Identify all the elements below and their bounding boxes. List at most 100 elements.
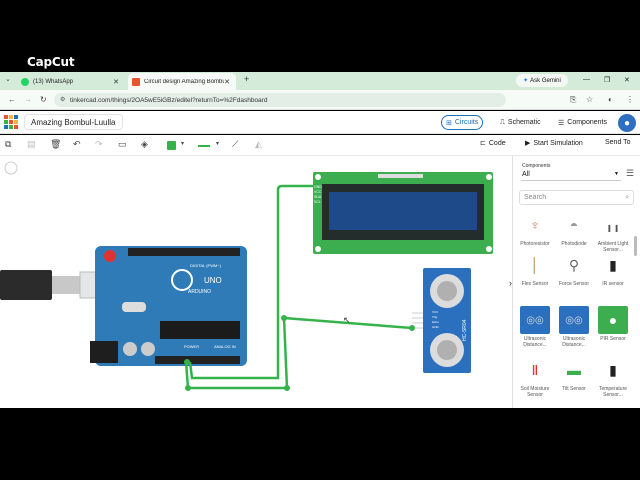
circuits-label: Circuits	[454, 119, 479, 126]
install-icon[interactable]: ⎘	[570, 95, 576, 105]
user-icon: ●	[623, 117, 631, 129]
circuits-icon: ⊞	[446, 119, 452, 127]
bookmark-star-icon[interactable]: ☆	[586, 95, 593, 104]
components-icon: ☰	[558, 119, 565, 127]
list-view-icon[interactable]: ☰	[626, 168, 634, 179]
component-label: Force Sensor	[558, 281, 589, 287]
power-header-label: POWER	[184, 344, 199, 349]
circuit-drawing[interactable]: ARDUINO UNO DIGITAL (PWM~) POWER ANALOG …	[0, 156, 512, 408]
flip-icon[interactable]: ◭	[255, 139, 262, 150]
tab-close-icon[interactable]: ✕	[113, 78, 119, 86]
pir-sensor-icon: ●	[598, 306, 628, 334]
category-value: All	[522, 170, 530, 178]
component-label: Soil Moisture Sensor	[520, 386, 550, 398]
close-window-icon[interactable]: ✕	[624, 76, 630, 84]
site-info-icon[interactable]: ⚙	[60, 96, 65, 103]
reload-icon[interactable]: ↻	[40, 95, 47, 104]
project-name[interactable]: Amazing Bombul-Luulla	[24, 114, 123, 130]
rotate-icon[interactable]: ⟋	[232, 139, 238, 150]
tab-label: Circuit design Amazing Bombu...	[144, 78, 224, 85]
url-field[interactable]: ⚙ tinkercad.com/things/2OA5wE5iGBz/edite…	[54, 93, 506, 107]
circuits-button[interactable]: ⊞ Circuits	[441, 115, 484, 130]
component-item[interactable]: ♆ Photoresistor	[517, 211, 553, 247]
start-simulation-label: Start Simulation	[533, 139, 583, 147]
search-icon: ⌕	[625, 193, 629, 201]
send-to-button[interactable]: Send To	[605, 139, 631, 146]
component-item[interactable]: ⚲ Force Sensor	[556, 251, 592, 287]
component-item[interactable]: ◓ Photodiode	[556, 211, 592, 247]
capcut-watermark: CapCut	[27, 55, 75, 69]
category-select[interactable]: All ▼	[521, 168, 621, 181]
notes-icon[interactable]: ▭	[118, 139, 127, 150]
back-icon[interactable]: ←	[8, 95, 16, 104]
tinkercad-logo-icon[interactable]	[4, 115, 18, 129]
lcd-pin-sda: SDA	[314, 195, 322, 199]
ultrasonic-sensor[interactable]: HC-SR04 VCC Trig Echo GND	[412, 268, 471, 373]
tab-whatsapp[interactable]: (13) WhatsApp ✕	[17, 73, 125, 90]
fit-view-icon[interactable]	[4, 161, 18, 175]
delete-icon[interactable]: 🗑	[50, 139, 61, 150]
analog-header-label: ANALOG IN	[214, 344, 236, 349]
redo-icon[interactable]: ↷	[95, 139, 103, 150]
tinkercad-header: Amazing Bombul-Luulla ⊞ Circuits ⎍ Schem…	[0, 111, 640, 134]
editor-toolbar: ⧉ ▤ 🗑 ↶ ↷ ▭ ◈ ▾ ▾ ⟋ ◭ ⊏ Code ▶ Start Sim…	[0, 135, 640, 156]
component-label: Photodiode	[561, 241, 587, 247]
component-item[interactable]: ▬ Tilt Sensor	[556, 356, 592, 392]
tab-close-icon[interactable]: ✕	[224, 78, 230, 86]
tinkercad-favicon-icon	[132, 77, 140, 86]
code-icon: ⊏	[480, 140, 486, 147]
maximize-icon[interactable]: ❐	[604, 76, 610, 84]
tab-search-icon[interactable]: ⌄	[5, 75, 11, 83]
profile-icon[interactable]: ◐	[608, 95, 613, 104]
undo-icon[interactable]: ↶	[73, 139, 81, 150]
code-label: Code	[488, 139, 506, 147]
components-button[interactable]: ☰ Components	[554, 115, 611, 130]
panel-scrollbar[interactable]	[634, 236, 637, 256]
mouse-cursor-icon: ↖	[343, 315, 351, 325]
sensor-pin-echo: Echo	[432, 320, 439, 324]
letterbox-bottom	[0, 408, 640, 480]
component-item[interactable]: ▮ IR sensor	[595, 251, 631, 287]
forward-icon[interactable]: →	[24, 95, 32, 104]
sensor-pin-gnd: GND	[432, 325, 440, 329]
component-item[interactable]: │ Flex Sensor	[517, 251, 553, 287]
arduino-uno-board[interactable]: ARDUINO UNO DIGITAL (PWM~) POWER ANALOG …	[90, 246, 247, 366]
visibility-icon[interactable]: ◈	[141, 139, 148, 150]
minimize-icon[interactable]: —	[583, 76, 590, 83]
search-placeholder: Search	[524, 194, 547, 201]
schematic-button[interactable]: ⎍ Schematic	[496, 115, 545, 130]
ultrasonic-icon: ◎◎	[520, 306, 550, 334]
chevron-down-icon[interactable]: ▾	[181, 140, 184, 147]
wire-type-icon[interactable]	[198, 145, 210, 147]
play-icon: ▶	[525, 140, 531, 147]
gemini-icon: ✦	[523, 78, 529, 84]
component-item[interactable]: ╻╻ Ambient Light Sensor...	[595, 211, 631, 253]
component-item[interactable]: ◎◎ Ultrasonic Distance...	[517, 306, 553, 348]
ask-gemini-button[interactable]: ✦ Ask Gemini	[516, 74, 568, 87]
chevron-down-icon[interactable]: ▾	[216, 140, 219, 147]
code-button[interactable]: ⊏ Code	[480, 139, 506, 148]
arduino-brand-text: ARDUINO	[188, 289, 211, 295]
lcd-display[interactable]: GND VCC SDA SCL	[313, 172, 493, 254]
whatsapp-icon	[21, 77, 29, 86]
lcd-pin-gnd: GND	[314, 185, 322, 189]
component-item[interactable]: ▮ Temperature Sensor...	[595, 356, 631, 398]
component-item[interactable]: ◎◎ Ultrasonic Distance...	[556, 306, 592, 348]
component-item[interactable]: Ⅱ Soil Moisture Sensor	[517, 356, 553, 398]
new-tab-button[interactable]: +	[244, 74, 249, 84]
copy-icon[interactable]: ⧉	[5, 139, 11, 150]
sensor-pin-trig: Trig	[432, 315, 437, 319]
component-item[interactable]: ● PIR Sensor	[595, 306, 631, 342]
search-input[interactable]: Search ⌕	[519, 190, 634, 205]
component-label: PIR Sensor	[600, 336, 626, 342]
component-label: Ultrasonic Distance...	[562, 336, 586, 348]
component-label: Tilt Sensor	[562, 386, 586, 392]
wire-color-swatch[interactable]	[167, 141, 176, 150]
avatar[interactable]: ●	[618, 114, 636, 132]
menu-icon[interactable]: ⋮	[626, 95, 634, 104]
force-sensor-icon: ⚲	[559, 251, 589, 279]
paste-icon[interactable]: ▤	[27, 139, 36, 150]
start-simulation-button[interactable]: ▶ Start Simulation	[525, 139, 583, 148]
tab-tinkercad[interactable]: Circuit design Amazing Bombu... ✕	[128, 73, 236, 90]
circuit-canvas[interactable]: ARDUINO UNO DIGITAL (PWM~) POWER ANALOG …	[0, 156, 512, 408]
